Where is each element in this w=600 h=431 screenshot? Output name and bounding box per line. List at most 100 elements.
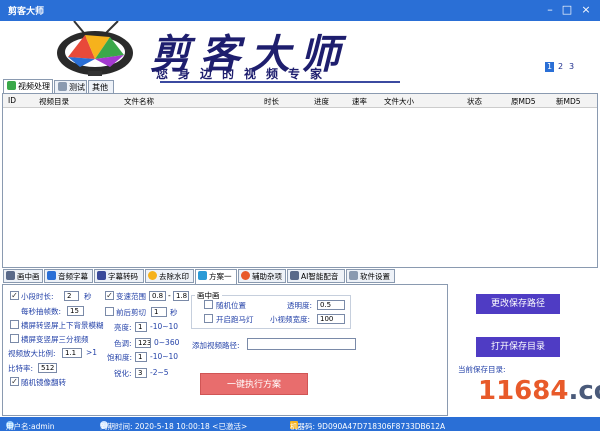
column-header[interactable]: 文件大小 bbox=[384, 96, 414, 107]
status-machine-text: 机器码: 9D090A47D718306F8733DB612A bbox=[290, 422, 446, 431]
segment-duration-checkbox[interactable]: ✓ bbox=[10, 291, 19, 300]
zoom-ratio-input[interactable]: 1.1 bbox=[62, 348, 82, 358]
add-video-path-label: 添加视频路径: bbox=[192, 341, 240, 350]
tab-label: 画中画 bbox=[17, 272, 40, 281]
speed-max-input[interactable]: 1.8 bbox=[173, 291, 189, 301]
random-mirror-checkbox[interactable]: ✓ bbox=[10, 377, 19, 386]
column-header[interactable]: 原MD5 bbox=[511, 96, 536, 107]
saturation-label: 饱和度: bbox=[107, 353, 133, 362]
misc-icon bbox=[241, 271, 250, 280]
open-save-folder-button[interactable]: 打开保存目录 bbox=[476, 337, 560, 357]
ai-icon bbox=[290, 271, 299, 280]
title-bar: 剪客大师 – □ × bbox=[0, 0, 600, 21]
column-header[interactable]: 新MD5 bbox=[556, 96, 581, 107]
tab-software-settings[interactable]: 软件设置 bbox=[346, 269, 395, 283]
current-save-dir-label: 当前保存目录: bbox=[458, 365, 506, 374]
tab-scheme-one[interactable]: 方案一 bbox=[195, 269, 237, 285]
speed-range-label: 变速范围 bbox=[116, 292, 146, 301]
zoom-ratio-unit: >1 bbox=[86, 348, 98, 357]
maximize-icon[interactable]: □ bbox=[559, 2, 575, 18]
page-2-link[interactable]: 2 bbox=[556, 62, 565, 72]
status-bar: 用户名:admin 到期时间: 2020-5-18 10:00:18 <已激活>… bbox=[0, 417, 600, 431]
brightness-range: -10~10 bbox=[150, 322, 179, 331]
change-save-path-button[interactable]: 更改保存路径 bbox=[476, 294, 560, 314]
subtitle-icon bbox=[97, 271, 106, 280]
tab-label: 辅助杂项 bbox=[252, 272, 282, 281]
marquee-label: 开启跑马灯 bbox=[216, 315, 254, 324]
video-icon bbox=[7, 81, 16, 90]
tab-pip[interactable]: 画中画 bbox=[3, 269, 43, 283]
brightness-input[interactable]: 1 bbox=[135, 322, 147, 332]
column-header[interactable]: 进度 bbox=[314, 96, 329, 107]
window-title: 剪客大师 bbox=[8, 7, 45, 17]
small-width-input[interactable]: 100 bbox=[317, 314, 345, 324]
saturation-input[interactable]: 1 bbox=[135, 352, 147, 362]
tab-label: 字幕转码 bbox=[108, 272, 138, 281]
table-icon bbox=[58, 82, 67, 91]
tab-other[interactable]: 其他 bbox=[88, 80, 114, 94]
column-header[interactable]: 视频目录 bbox=[39, 96, 69, 107]
sharpen-range: -2~5 bbox=[150, 368, 169, 377]
hue-range: 0~360 bbox=[154, 338, 180, 347]
run-scheme-button[interactable]: 一键执行方案 bbox=[200, 373, 308, 395]
random-position-checkbox[interactable] bbox=[204, 300, 213, 309]
opacity-label: 透明度: bbox=[287, 301, 313, 310]
frames-per-sec-input[interactable]: 15 bbox=[67, 306, 84, 316]
segment-duration-label: 小段时长: bbox=[21, 292, 54, 301]
zoom-ratio-label: 视频放大比例: bbox=[8, 349, 56, 358]
page-3-link[interactable]: 3 bbox=[567, 62, 576, 72]
speed-range-checkbox[interactable]: ✓ bbox=[105, 291, 114, 300]
flip-three-label: 横屏变竖屏三分视频 bbox=[21, 335, 89, 344]
video-table[interactable]: ID 视频目录 文件名称 时长 进度 速率 文件大小 状态 原MD5 新MD5 bbox=[2, 93, 598, 268]
close-icon[interactable]: × bbox=[578, 2, 594, 18]
column-header[interactable]: 时长 bbox=[264, 96, 279, 107]
bottom-tabs: 画中画 音频字幕 字幕转码 去除水印 方案一 辅助杂项 AI智能配音 软件设置 bbox=[0, 269, 600, 285]
column-header[interactable]: 状态 bbox=[467, 96, 482, 107]
settings-icon bbox=[349, 271, 358, 280]
speed-separator: - bbox=[168, 291, 171, 300]
bitrate-input[interactable]: 512 bbox=[38, 363, 57, 373]
segment-duration-unit: 秒 bbox=[84, 292, 92, 301]
speed-min-input[interactable]: 0.8 bbox=[149, 291, 166, 301]
trim-unit: 秒 bbox=[170, 308, 178, 317]
add-video-path-input[interactable] bbox=[247, 338, 356, 350]
marquee-checkbox[interactable] bbox=[204, 314, 213, 323]
column-header[interactable]: ID bbox=[8, 96, 16, 105]
small-width-label: 小视频宽度: bbox=[270, 315, 311, 324]
tab-subtitle-transcode[interactable]: 字幕转码 bbox=[94, 269, 144, 283]
watermark-domain: .com bbox=[568, 376, 600, 406]
trim-label: 前后剪切 bbox=[116, 308, 146, 317]
trim-checkbox[interactable] bbox=[105, 307, 114, 316]
random-position-label: 随机位置 bbox=[216, 301, 246, 310]
flip-blur-checkbox[interactable] bbox=[10, 320, 19, 329]
tab-video-process[interactable]: 视频处理 bbox=[3, 79, 53, 94]
status-expiry-text: 到期时间: 2020-5-18 10:00:18 <已激活> bbox=[100, 422, 248, 431]
banner: 剪客大师 您身边的视频专家 1 2 3 bbox=[0, 21, 600, 83]
scheme-icon bbox=[198, 271, 207, 280]
tab-remove-watermark[interactable]: 去除水印 bbox=[145, 269, 194, 283]
app-window: 剪客大师 – □ × 剪客大师 您身边的视频专家 1 2 3 视频处理 测试 其… bbox=[0, 0, 600, 431]
hue-input[interactable]: 123 bbox=[135, 338, 151, 348]
tab-ai-dubbing[interactable]: AI智能配音 bbox=[287, 269, 345, 283]
site-watermark: 11684.com bbox=[478, 376, 600, 406]
tab-misc[interactable]: 辅助杂项 bbox=[238, 269, 286, 283]
hue-label: 色调: bbox=[114, 339, 132, 348]
column-header[interactable]: 速率 bbox=[352, 96, 367, 107]
tab-audio-subtitle[interactable]: 音频字幕 bbox=[44, 269, 93, 283]
tab-label: AI智能配音 bbox=[301, 272, 339, 281]
column-header[interactable]: 文件名称 bbox=[124, 96, 154, 107]
page-1-link[interactable]: 1 bbox=[545, 62, 554, 72]
trim-input[interactable]: 1 bbox=[151, 307, 167, 317]
tab-test[interactable]: 测试 bbox=[54, 80, 87, 94]
sharpen-input[interactable]: 3 bbox=[135, 368, 147, 378]
flip-three-checkbox[interactable] bbox=[10, 334, 19, 343]
watermark-icon bbox=[148, 271, 157, 280]
status-user-text: 用户名:admin bbox=[6, 422, 55, 431]
segment-duration-input[interactable]: 2 bbox=[64, 291, 79, 301]
watermark-number: 11684 bbox=[478, 376, 569, 406]
scheme-panel: ✓ 小段时长: 2 秒 每秒抽帧数: 15 横屏转竖屏上下背景模糊 横屏变竖屏三… bbox=[2, 284, 448, 416]
opacity-input[interactable]: 0.5 bbox=[317, 300, 345, 310]
minimize-icon[interactable]: – bbox=[542, 2, 558, 18]
sharpen-label: 锐化: bbox=[114, 369, 132, 378]
brightness-label: 亮度: bbox=[114, 323, 132, 332]
